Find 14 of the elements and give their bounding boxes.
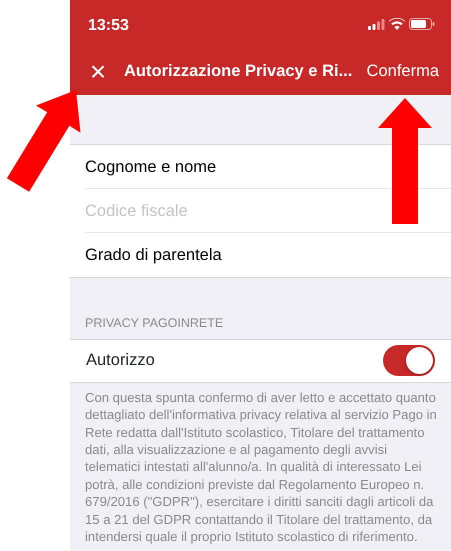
text-field[interactable]: Cognome e nome [70, 145, 451, 189]
confirm-button[interactable]: Conferma [366, 59, 439, 84]
toggle-switch[interactable] [383, 345, 435, 376]
toggle-label: Autorizzo [86, 350, 155, 372]
close-button[interactable]: × [88, 58, 108, 86]
screen-title: Autorizzazione Privacy e Ri... [124, 61, 354, 82]
text-field[interactable]: Codice fiscale [70, 189, 451, 233]
text-field[interactable]: Grado di parentela [70, 233, 451, 277]
section-header: PRIVACY PAGOINRETE [84, 315, 224, 332]
privacy-notice: Con questa spunta confermo di aver letto e accettato quanto dettagliato dell'informativa privacy relativa al servizio Pago in Rete redatta dall'Istituto scolastico, Titolare del trattamento dati, alla visualizzazione e al pagamento degli avvisi telematici intestati all'alunno/a. In qualità di interessato Lei potrà, alle condizioni previste dal Regolamento Europeo n. 679/2016 ("GDPR"), esercitare i diritti sanciti dagli articoli da 15 a 21 del GDPR contattando il Titolare del trattamento, da intendersi quale il proprio Istituto scolastico di riferimento. [84, 388, 438, 546]
signal-icon [368, 18, 385, 30]
status-time: 13:53 [88, 16, 129, 36]
battery-icon [409, 18, 435, 30]
wifi-icon [389, 18, 405, 30]
